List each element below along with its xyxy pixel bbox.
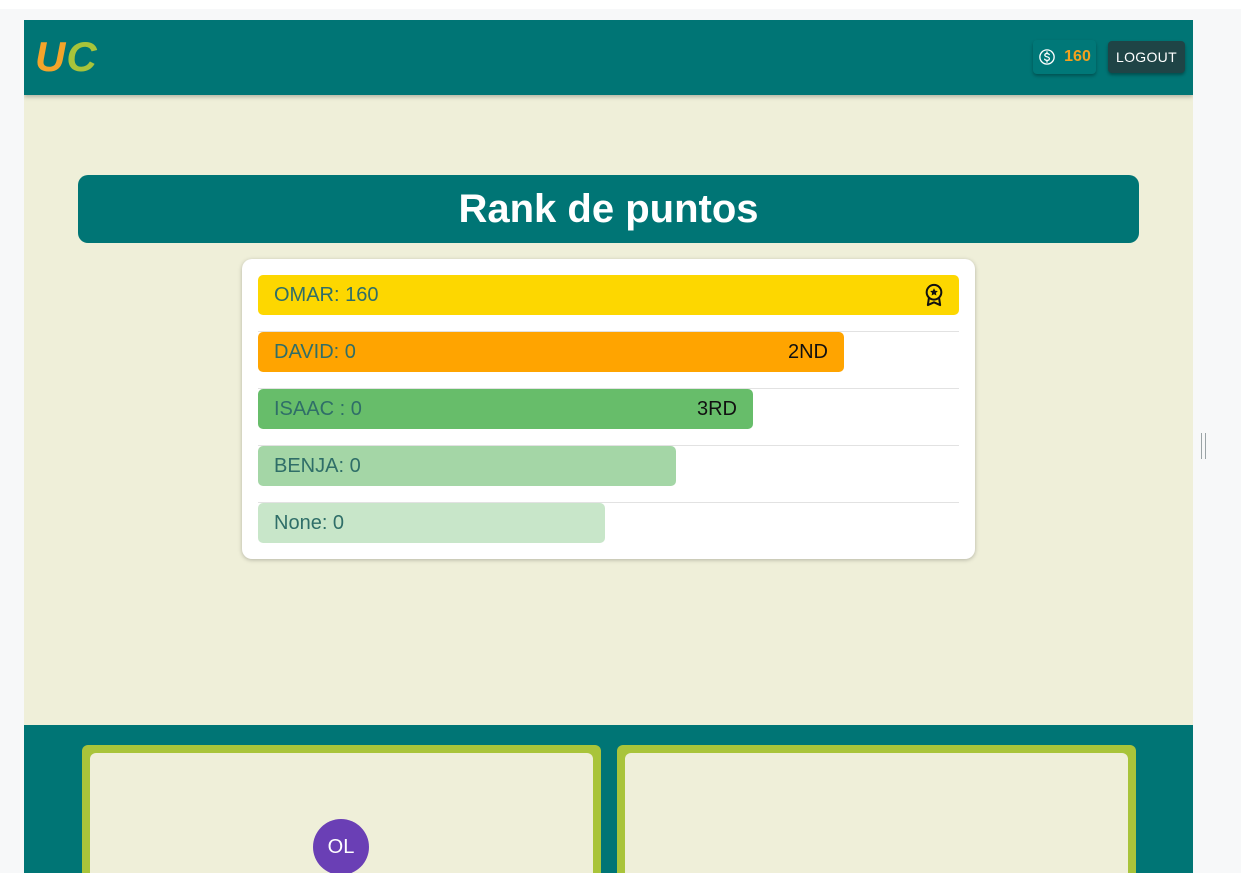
ranking-label-3: ISAAC : 0 [274,397,362,420]
page-title: Rank de puntos [458,186,759,231]
logout-button[interactable]: LOGOUT [1108,41,1185,73]
ranking-row-2: DAVID: 0 2ND [258,332,959,389]
rank-title-banner: Rank de puntos [78,175,1139,243]
resize-handle[interactable] [1201,433,1206,459]
ranking-bar-2: DAVID: 0 2ND [258,332,844,372]
logo-letter-c: C [66,33,98,80]
coin-balance-value: 160 [1064,48,1091,65]
ranking-row-5: None: 0 [258,503,959,560]
footer-card-left-inner: OL [90,753,593,873]
footer-card-right-inner [625,753,1128,873]
avatar[interactable]: OL [313,819,369,873]
ranking-row-4: BENJA: 0 [258,446,959,503]
ranking-row-3: ISAAC : 0 3RD [258,389,959,446]
ranking-bar-4: BENJA: 0 [258,446,676,486]
ranking-label-1: OMAR: 160 [274,283,379,306]
ranking-card: OMAR: 160 DAVID: 0 2ND ISAAC : 0 3RD BEN… [242,259,975,559]
ranking-place-2: 2ND [787,340,828,363]
browser-top-strip [0,0,1241,9]
dollar-coin-icon [1039,49,1055,65]
app-window: UC 160 LOGOUT Rank de puntos OMAR: 160 D… [24,20,1193,873]
ranking-bar-5: None: 0 [258,503,605,543]
ranking-bar-3: ISAAC : 0 3RD [258,389,753,429]
right-gutter [1213,9,1241,873]
coin-balance-badge[interactable]: 160 [1033,40,1096,74]
uc-logo[interactable]: UC [35,35,98,79]
ranking-label-2: DAVID: 0 [274,340,356,363]
ranking-row-1: OMAR: 160 [258,275,959,332]
ranking-bar-1: OMAR: 160 [258,275,959,315]
footer-card-right [617,745,1136,873]
ranking-label-4: BENJA: 0 [274,454,361,477]
footer-card-left: OL [82,745,601,873]
app-header: UC 160 LOGOUT [24,20,1193,95]
medal-icon [925,283,943,307]
logo-letter-u: U [35,33,67,80]
ranking-label-5: None: 0 [274,511,345,534]
footer-section: OL [24,725,1193,873]
ranking-place-3: 3RD [696,397,737,420]
